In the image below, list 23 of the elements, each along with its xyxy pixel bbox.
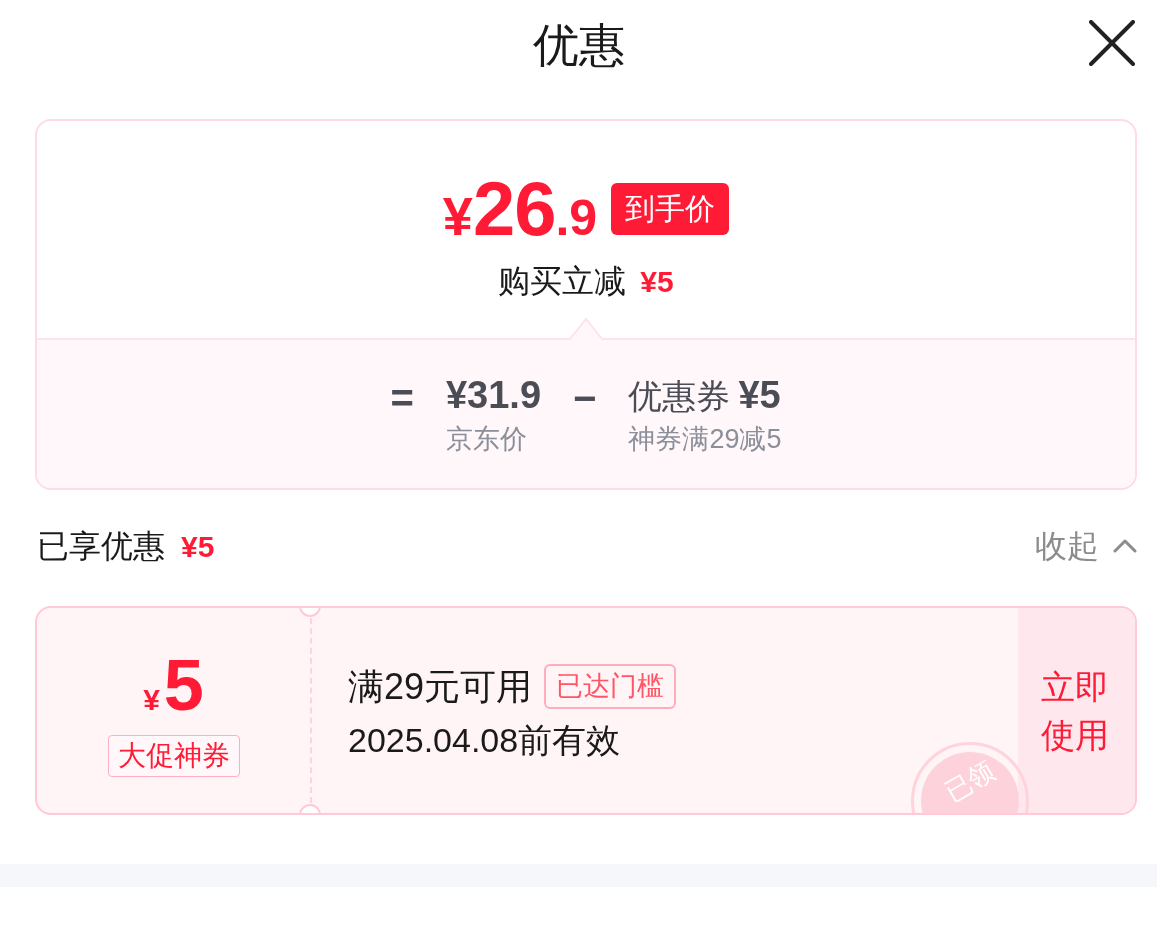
saving-amount: ¥5: [640, 267, 674, 297]
coupon-tag: 大促神券: [107, 734, 240, 777]
use-now-button[interactable]: 立即使用: [1018, 608, 1135, 813]
expiry-date: 2025.04.08前有效: [348, 723, 621, 757]
coupon-amount: ¥5: [143, 648, 204, 721]
discount-label: 优惠券: [628, 378, 731, 413]
collapse-toggle[interactable]: 收起: [1035, 530, 1137, 562]
saved-amount: ¥5: [181, 532, 215, 562]
threshold-tag: 已达门槛: [544, 664, 677, 709]
final-price: ¥26.9: [442, 171, 598, 247]
price-badge: 到手价: [611, 183, 730, 235]
dialog-title: 优惠: [532, 22, 625, 68]
operator-symbol: −: [573, 375, 597, 422]
section-label: 已享优惠: [37, 530, 165, 562]
usage-condition: 满29元可用: [348, 668, 533, 705]
close-icon: [1089, 20, 1135, 66]
price-value: ¥5: [738, 375, 781, 414]
price-caption: 京东价: [445, 425, 527, 453]
price-caption: 神券满29减5: [628, 425, 782, 453]
operator-symbol: =: [390, 375, 414, 422]
close-button[interactable]: [1087, 18, 1137, 68]
saving-label: 购买立减: [498, 265, 627, 297]
price-value: ¥31.9: [445, 375, 541, 414]
